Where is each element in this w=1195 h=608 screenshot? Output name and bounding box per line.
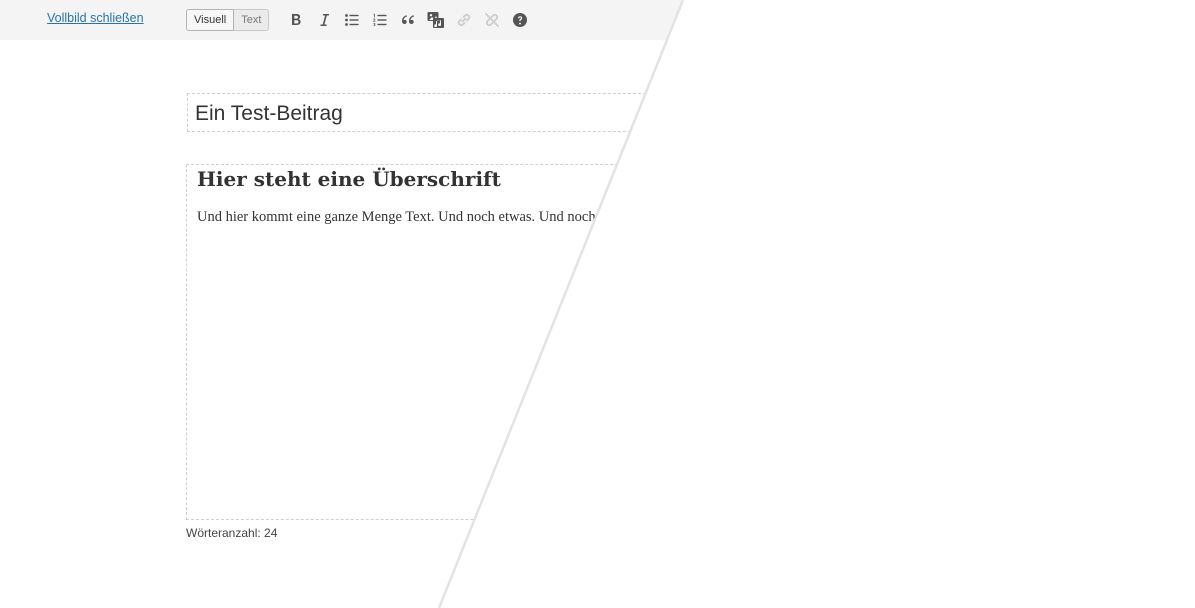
italic-icon xyxy=(316,12,332,28)
content-heading: Hier steht eine Überschrift xyxy=(197,167,501,191)
post-title-text: Ein Test-Beitrag xyxy=(195,102,343,125)
content-editor[interactable]: Hier steht eine Überschrift Und hier kom… xyxy=(186,164,1187,520)
bold-icon xyxy=(288,12,304,28)
close-fullscreen-link[interactable]: Vollbild schließen xyxy=(47,11,144,25)
content-paragraph: Und hier kommt eine ganze Menge Text. Un… xyxy=(197,209,877,226)
paragraph-text-before-link: Und hier kommt eine ganze Menge Text. Un… xyxy=(197,209,724,225)
italic-button[interactable] xyxy=(313,9,335,31)
content-link[interactable]: Link xyxy=(723,209,750,225)
unlink-icon xyxy=(483,11,501,29)
add-media-button[interactable] xyxy=(425,9,447,31)
help-button[interactable] xyxy=(509,9,531,31)
post-title-field[interactable]: Ein Test-Beitrag xyxy=(187,93,1187,132)
word-count: Wörteranzahl: 24 xyxy=(186,526,278,540)
editor-toolbar: Vollbild schließen Visuell Text xyxy=(0,0,1195,40)
bold-button[interactable] xyxy=(285,9,307,31)
blockquote-button[interactable] xyxy=(397,9,419,31)
bulleted-list-icon xyxy=(344,12,360,28)
numbered-list-button[interactable] xyxy=(369,9,391,31)
media-icon xyxy=(426,10,446,30)
help-icon xyxy=(512,12,528,28)
quote-icon xyxy=(400,12,416,28)
tab-visual[interactable]: Visuell xyxy=(186,9,235,31)
paragraph-text-after-link: . Das reicht jetzt aber. xyxy=(750,209,878,225)
link-icon xyxy=(455,11,473,29)
tab-text[interactable]: Text xyxy=(234,9,270,31)
insert-link-button[interactable] xyxy=(453,9,475,31)
editor-mode-tabs: Visuell Text xyxy=(186,9,270,31)
bulleted-list-button[interactable] xyxy=(341,9,363,31)
remove-link-button[interactable] xyxy=(481,9,503,31)
numbered-list-icon xyxy=(372,12,388,28)
